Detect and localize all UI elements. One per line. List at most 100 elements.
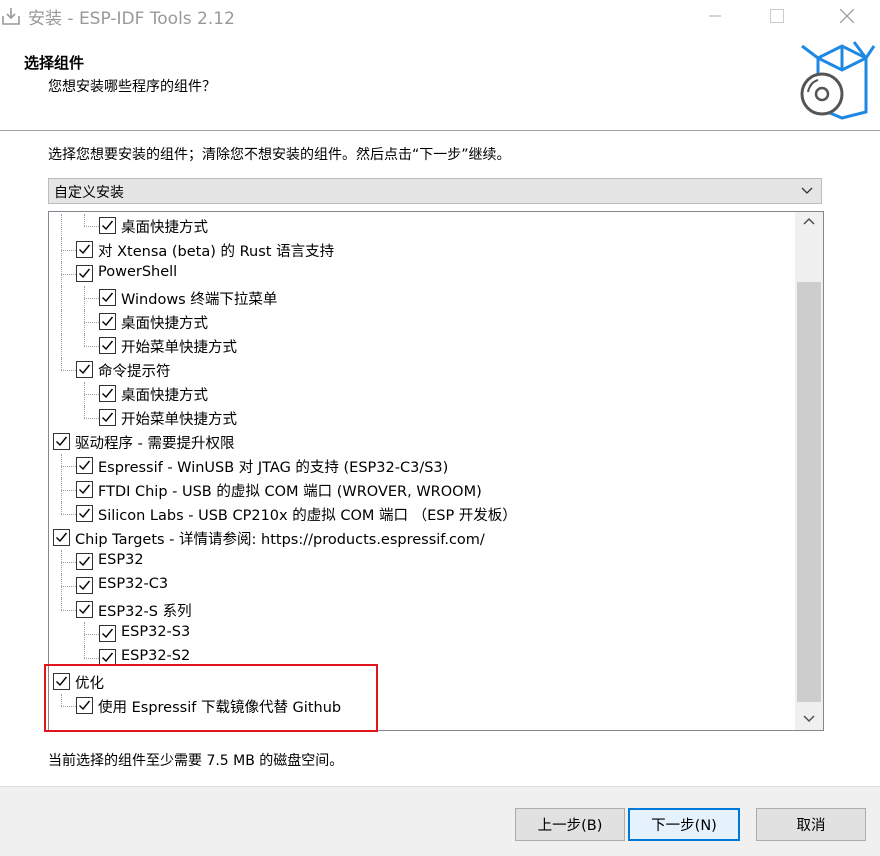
close-button[interactable]: [824, 0, 870, 31]
checkmark-icon: [56, 436, 68, 447]
installer-app-icon: [2, 8, 20, 25]
back-button[interactable]: 上一步(B): [515, 808, 625, 841]
tree-guide: [61, 286, 62, 310]
footer-bar: 上一步(B) 下一步(N) 取消: [0, 786, 880, 856]
tree-item[interactable]: Espressif - WinUSB 对 JTAG 的支持 (ESP32-C3/…: [49, 454, 795, 478]
component-label: ESP32-S2: [121, 648, 191, 664]
tree-item[interactable]: Silicon Labs - USB CP210x 的虚拟 COM 端口 （ES…: [49, 502, 795, 526]
component-checkbox[interactable]: [99, 313, 116, 330]
component-label: 驱动程序 - 需要提升权限: [75, 436, 235, 452]
checkmark-icon: [79, 268, 91, 279]
component-checkbox[interactable]: [99, 289, 116, 306]
component-checkbox[interactable]: [76, 577, 93, 594]
checkmark-icon: [79, 604, 91, 615]
component-checkbox[interactable]: [53, 529, 70, 546]
checkmark-icon: [79, 484, 91, 495]
tree-connector: [61, 250, 76, 251]
chevron-down-icon: [803, 715, 815, 723]
component-label: 桌面快捷方式: [121, 388, 208, 404]
component-label: ESP32-S 系列: [98, 604, 192, 620]
component-label: ESP32-C3: [98, 576, 169, 592]
tree-item[interactable]: ESP32-C3: [49, 574, 795, 598]
tree-item[interactable]: 桌面快捷方式: [49, 310, 795, 334]
component-checkbox[interactable]: [76, 601, 93, 618]
component-label: Espressif - WinUSB 对 JTAG 的支持 (ESP32-C3/…: [98, 460, 449, 476]
tree-connector: [84, 298, 99, 299]
tree-item[interactable]: FTDI Chip - USB 的虚拟 COM 端口 (WROVER, WROO…: [49, 478, 795, 502]
tree-guide: [61, 238, 62, 262]
minimize-button[interactable]: [692, 0, 738, 31]
checkmark-icon: [102, 388, 114, 399]
component-checkbox[interactable]: [76, 457, 93, 474]
install-type-select[interactable]: 自定义安装: [48, 178, 822, 204]
tree-connector: [84, 634, 99, 635]
component-label: 对 Xtensa (beta) 的 Rust 语言支持: [98, 244, 335, 260]
tree-connector: [61, 610, 76, 611]
component-checkbox[interactable]: [99, 409, 116, 426]
component-label: Chip Targets - 详情请参阅: https://products.e…: [75, 532, 485, 548]
tree-connector: [61, 370, 76, 371]
tree-item[interactable]: PowerShell: [49, 262, 795, 286]
tree-connector: [84, 418, 99, 419]
tree-connector: [61, 274, 76, 275]
component-label: PowerShell: [98, 264, 178, 280]
chevron-up-icon: [803, 217, 815, 225]
maximize-button[interactable]: [754, 0, 800, 31]
tree-guide: [84, 334, 85, 346]
component-checkbox[interactable]: [76, 553, 93, 570]
tree-item[interactable]: ESP32: [49, 550, 795, 574]
tree-item[interactable]: Windows 终端下拉菜单: [49, 286, 795, 310]
component-checkbox[interactable]: [53, 433, 70, 450]
tree-guide: [61, 454, 62, 478]
minimize-icon: [709, 15, 721, 16]
chevron-down-icon: [801, 187, 813, 194]
tree-guide: [61, 310, 62, 334]
component-checkbox[interactable]: [76, 361, 93, 378]
cancel-button[interactable]: 取消: [756, 808, 866, 841]
component-label: 开始菜单快捷方式: [121, 412, 237, 428]
checkmark-icon: [56, 532, 68, 543]
component-checkbox[interactable]: [99, 625, 116, 642]
tree-item[interactable]: 驱动程序 - 需要提升权限: [49, 430, 795, 454]
maximize-icon: [770, 8, 784, 23]
tree-item[interactable]: 开始菜单快捷方式: [49, 334, 795, 358]
scroll-up-button[interactable]: [795, 212, 823, 232]
tree-scrollbar[interactable]: [795, 212, 823, 730]
checkmark-icon: [102, 316, 114, 327]
title-bar[interactable]: 安装 - ESP-IDF Tools 2.12: [0, 0, 880, 31]
component-checkbox[interactable]: [76, 481, 93, 498]
component-checkbox[interactable]: [99, 385, 116, 402]
component-checkbox[interactable]: [76, 265, 93, 282]
tree-item[interactable]: 桌面快捷方式: [49, 382, 795, 406]
scroll-down-button[interactable]: [795, 708, 823, 728]
component-tree[interactable]: 桌面快捷方式对 Xtensa (beta) 的 Rust 语言支持 PowerSh…: [48, 211, 824, 731]
highlight-box: [44, 664, 378, 732]
component-label: Silicon Labs - USB CP210x 的虚拟 COM 端口 （ES…: [98, 508, 517, 524]
component-checkbox[interactable]: [99, 337, 116, 354]
scroll-thumb[interactable]: [797, 282, 821, 702]
page-title: 选择组件: [24, 54, 85, 72]
tree-item[interactable]: 对 Xtensa (beta) 的 Rust 语言支持: [49, 238, 795, 262]
tree-item[interactable]: ESP32-S3: [49, 622, 795, 646]
window-title: 安装 - ESP-IDF Tools 2.12: [28, 9, 235, 29]
tree-guide: [61, 478, 62, 502]
component-checkbox[interactable]: [76, 241, 93, 258]
next-button[interactable]: 下一步(N): [628, 808, 740, 841]
checkmark-icon: [102, 652, 114, 663]
checkmark-icon: [79, 508, 91, 519]
package-disc-icon: [800, 41, 876, 120]
tree-guide: [61, 598, 62, 610]
tree-item[interactable]: 命令提示符: [49, 358, 795, 382]
tree-item[interactable]: 开始菜单快捷方式: [49, 406, 795, 430]
component-checkbox[interactable]: [76, 505, 93, 522]
tree-item[interactable]: Chip Targets - 详情请参阅: https://products.e…: [49, 526, 795, 550]
tree-guide: [84, 286, 85, 310]
tree-item[interactable]: 桌面快捷方式: [49, 214, 795, 238]
component-checkbox[interactable]: [99, 217, 116, 234]
checkmark-icon: [102, 292, 114, 303]
checkmark-icon: [79, 364, 91, 375]
checkmark-icon: [79, 460, 91, 471]
tree-item[interactable]: ESP32-S 系列: [49, 598, 795, 622]
tree-guide: [61, 550, 62, 574]
tree-guide: [84, 646, 85, 658]
